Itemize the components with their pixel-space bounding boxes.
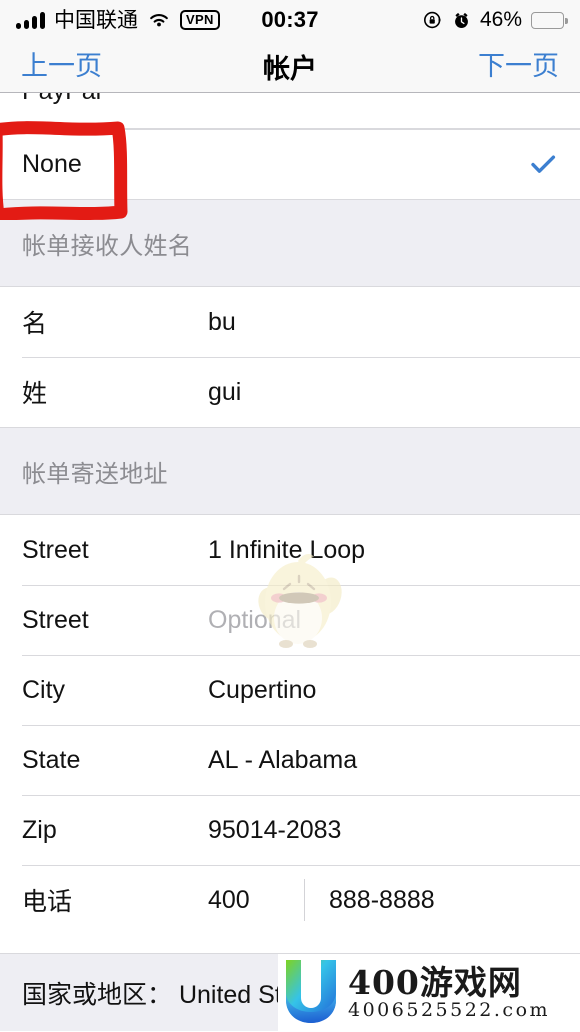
battery-icon [531,11,568,29]
country-region-label: 国家或地区： United States [22,980,330,1009]
field-value[interactable]: Cupertino [208,676,316,705]
field-value[interactable]: AL - Alabama [208,746,357,775]
next-page-button[interactable]: 下一页 [478,52,559,80]
field-label: 名 [22,310,48,338]
wifi-icon [147,11,171,29]
phone-screen: 中国联通 VPN 00:37 46% 上一页 帐户 下一页 None 帐单接收人… [0,0,580,1032]
field-value[interactable]: 1 Infinite Loop [208,536,365,565]
section-header-billing-name: 帐单接收人姓名 [0,199,580,287]
phone-field-divider [304,879,305,921]
field-row-city[interactable]: City Cupertino [0,655,580,725]
carrier-label: 中国联通 [54,8,138,32]
field-label: Zip [22,815,57,844]
field-label: 姓 [22,380,48,408]
field-value[interactable]: 95014-2083 [208,816,341,845]
status-bar-right: 46% [423,8,568,32]
field-label: Street [22,605,89,634]
country-region-row[interactable]: 国家或地区： United States [0,953,580,1031]
battery-percentage-label: 46% [479,8,522,31]
status-bar-left: 中国联通 VPN [16,10,220,31]
form-content[interactable]: PayPal None 帐单接收人姓名 名 bu 姓 gui 帐单寄送地址 [0,93,580,1031]
field-row-last-name[interactable]: 姓 gui [0,357,580,427]
section-header-label: 帐单寄送地址 [22,460,168,488]
field-row-state[interactable]: State AL - Alabama [0,725,580,795]
field-row-first-name[interactable]: 名 bu [0,287,580,357]
rotation-lock-icon [423,10,443,30]
payment-option-label: None [22,149,82,178]
field-label: 电话 [22,888,73,916]
alarm-clock-icon [452,11,471,30]
field-row-street-2[interactable]: Street Optional [0,585,580,655]
section-header-label: 帐单接收人姓名 [22,232,193,260]
field-row-zip[interactable]: Zip 95014-2083 [0,795,580,865]
phone-number-value[interactable]: 888-8888 [329,886,435,915]
vpn-badge: VPN [180,10,220,30]
field-label: City [22,675,66,704]
checkmark-icon [528,149,558,179]
navigation-bar: 上一页 帐户 下一页 [0,40,580,93]
phone-country-code-value[interactable]: 400 [208,886,286,915]
previous-page-button[interactable]: 上一页 [21,52,102,80]
payment-option-paypal[interactable]: PayPal [0,93,580,129]
field-value[interactable]: bu [208,308,236,337]
section-header-billing-address: 帐单寄送地址 [0,427,580,515]
field-row-street-1[interactable]: Street 1 Infinite Loop [0,515,580,585]
field-row-phone[interactable]: 电话 400 888-8888 [0,865,580,935]
field-value[interactable]: gui [208,378,241,407]
payment-option-none[interactable]: None [0,129,580,199]
status-bar: 中国联通 VPN 00:37 46% [0,0,580,40]
field-label: Street [22,535,89,564]
signal-bars-icon [16,11,45,29]
field-label: State [22,745,81,774]
field-value-placeholder[interactable]: Optional [208,606,301,635]
payment-option-label: PayPal [22,93,208,106]
